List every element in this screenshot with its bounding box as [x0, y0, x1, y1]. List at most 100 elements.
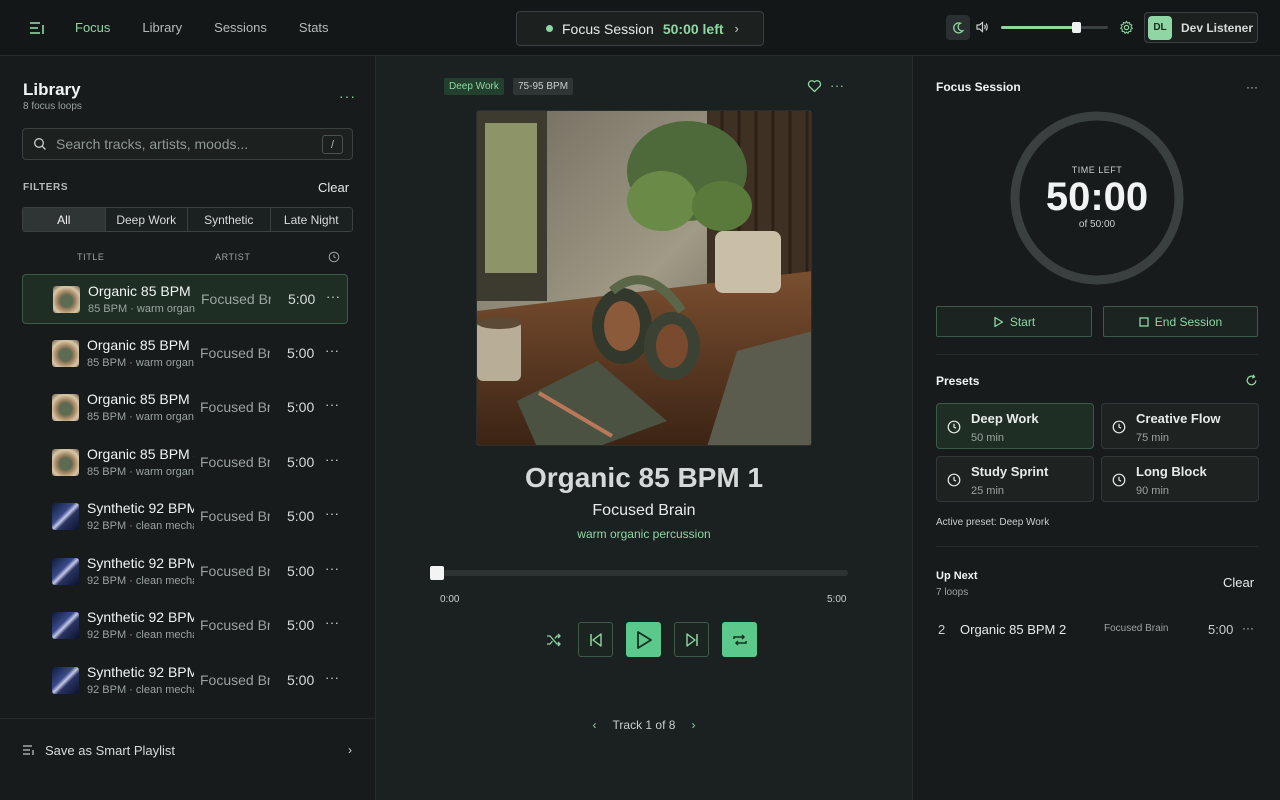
repeat-button[interactable] — [722, 622, 757, 657]
library-panel: Library 8 focus loops ··· / FILTERS Clea… — [0, 56, 376, 800]
column-title[interactable]: TITLE — [77, 252, 105, 262]
track-artist: Focused Brain — [200, 453, 270, 470]
search-icon — [34, 138, 46, 150]
focus-session-pill[interactable]: Focus Session 50:00 left › — [516, 11, 764, 46]
track-row[interactable]: Organic 85 BPM 1 85 BPM · warm organic pe… — [22, 274, 348, 324]
track-thumbnail — [52, 503, 79, 530]
preset-study-sprint[interactable]: Study Sprint 25 min — [936, 456, 1094, 502]
preset-creative-flow[interactable]: Creative Flow 75 min — [1101, 403, 1259, 449]
clock-icon — [947, 473, 961, 487]
queue-item-title: Organic 85 BPM 2 — [960, 622, 1067, 637]
preset-duration: 90 min — [1136, 485, 1170, 497]
track-row[interactable]: Organic 85 BPM 4 85 BPM · warm organic pe… — [22, 438, 348, 488]
queue-item-artist: Focused Brain — [1104, 623, 1169, 634]
theme-toggle-button[interactable] — [946, 15, 970, 40]
track-more-button[interactable]: ··· — [325, 343, 340, 358]
bpm-tag: 75-95 BPM — [513, 78, 574, 95]
moon-icon — [953, 21, 965, 33]
end-session-button[interactable]: End Session — [1103, 306, 1258, 337]
track-row[interactable]: Organic 85 BPM 2 85 BPM · warm organic pe… — [22, 329, 348, 379]
player-more-button[interactable]: ··· — [830, 78, 845, 93]
up-next-clear-button[interactable]: Clear — [1223, 575, 1254, 590]
track-meta: 85 BPM · warm organic percussion — [87, 465, 194, 478]
queue-item[interactable]: 2 Organic 85 BPM 2 Focused Brain 5:00 ··… — [936, 617, 1258, 643]
focus-session-panel: Focus Session ··· TIME LEFT 50:00 of 50:… — [912, 56, 1280, 800]
track-row[interactable]: Synthetic 92 BPM 92 BPM · clean mechanica… — [22, 492, 348, 542]
refresh-icon[interactable] — [1245, 374, 1258, 387]
track-row[interactable]: Synthetic 92 BPM 92 BPM · clean mechanica… — [22, 547, 348, 597]
start-button[interactable]: Start — [936, 306, 1092, 337]
session-pill-label: Focus Session — [562, 20, 654, 37]
clock-icon[interactable] — [328, 251, 340, 263]
track-position: Track 1 of 8 — [612, 718, 676, 732]
filter-tab-all[interactable]: All — [23, 208, 106, 231]
track-artist: Focused Brain — [200, 562, 270, 579]
volume-icon[interactable] — [975, 20, 989, 34]
track-more-button[interactable]: ··· — [325, 397, 340, 412]
play-button[interactable] — [626, 622, 661, 657]
progress-bar[interactable] — [430, 566, 848, 580]
track-more-button[interactable]: ··· — [325, 670, 340, 685]
track-meta: 92 BPM · clean mechanical — [87, 683, 194, 696]
progress-thumb[interactable] — [430, 566, 444, 580]
end-session-label: End Session — [1154, 314, 1223, 329]
track-more-button[interactable]: ··· — [325, 506, 340, 521]
track-artist: Focused Brain — [201, 291, 271, 307]
heart-icon[interactable] — [807, 79, 822, 93]
track-title: Organic 85 BPM 3 — [87, 391, 194, 407]
nav-library[interactable]: Library — [142, 20, 182, 35]
avatar: DL — [1148, 15, 1172, 40]
genre-tag: Deep Work — [444, 78, 504, 95]
nav-sessions[interactable]: Sessions — [214, 20, 267, 35]
nav-focus[interactable]: Focus — [75, 20, 110, 35]
previous-button[interactable] — [578, 622, 613, 657]
filters-label: FILTERS — [23, 182, 69, 193]
preset-name: Long Block — [1136, 464, 1207, 479]
volume-slider[interactable] — [1001, 22, 1108, 33]
filters-clear-button[interactable]: Clear — [318, 180, 349, 195]
stop-icon — [1139, 316, 1149, 327]
track-row[interactable]: Organic 85 BPM 3 85 BPM · warm organic pe… — [22, 383, 348, 433]
skip-previous-icon — [589, 632, 602, 647]
preset-deep-work[interactable]: Deep Work 50 min — [936, 403, 1094, 449]
track-more-button[interactable]: ··· — [325, 615, 340, 630]
filter-tab-late-night[interactable]: Late Night — [270, 208, 352, 231]
chevron-right-icon[interactable]: › — [691, 718, 695, 732]
gear-icon[interactable] — [1119, 20, 1134, 35]
preset-long-block[interactable]: Long Block 90 min — [1101, 456, 1259, 502]
next-button[interactable] — [674, 622, 709, 657]
up-next-subtitle: 7 loops — [936, 587, 969, 598]
divider — [936, 546, 1258, 547]
track-meta: 85 BPM · warm organic percussion — [87, 411, 194, 423]
save-smart-playlist-button[interactable]: Save as Smart Playlist › — [22, 739, 352, 761]
queue-item-more-button[interactable]: ··· — [1242, 621, 1254, 635]
track-more-button[interactable]: ··· — [325, 561, 340, 576]
search-shortcut-hint: / — [322, 135, 343, 154]
track-row[interactable]: Synthetic 92 BPM 92 BPM · clean mechanica… — [22, 656, 348, 706]
user-menu-button[interactable]: DL Dev Listener — [1144, 12, 1258, 43]
chevron-left-icon[interactable]: ‹ — [593, 718, 597, 732]
focus-session-more-button[interactable]: ··· — [1246, 80, 1258, 94]
total-time: 5:00 — [827, 594, 847, 605]
column-artist[interactable]: ARTIST — [215, 252, 250, 262]
track-meta: 85 BPM · warm organic percussion — [87, 356, 194, 369]
shuffle-button[interactable] — [536, 622, 571, 657]
track-more-button[interactable]: ··· — [326, 289, 341, 304]
filter-tab-synthetic[interactable]: Synthetic — [188, 208, 271, 231]
track-artist: Focused Brain — [200, 344, 270, 361]
track-title: Synthetic 92 BPM — [87, 500, 194, 516]
album-art — [476, 110, 812, 446]
menu-icon[interactable] — [28, 19, 46, 37]
volume-thumb[interactable] — [1071, 22, 1081, 33]
session-pill-time: 50:00 left — [662, 20, 724, 37]
filter-tab-deep-work[interactable]: Deep Work — [105, 208, 188, 231]
track-row[interactable]: Synthetic 92 BPM 92 BPM · clean mechanica… — [22, 601, 348, 651]
track-more-button[interactable]: ··· — [325, 452, 340, 467]
nav-stats[interactable]: Stats — [299, 20, 329, 35]
preset-name: Study Sprint — [971, 464, 1049, 479]
time-total: of 50:00 — [1078, 219, 1116, 230]
up-next-title: Up Next — [936, 570, 978, 582]
library-more-button[interactable]: ··· — [339, 88, 356, 104]
search-input[interactable] — [56, 136, 316, 152]
track-duration: 5:00 — [287, 562, 315, 579]
